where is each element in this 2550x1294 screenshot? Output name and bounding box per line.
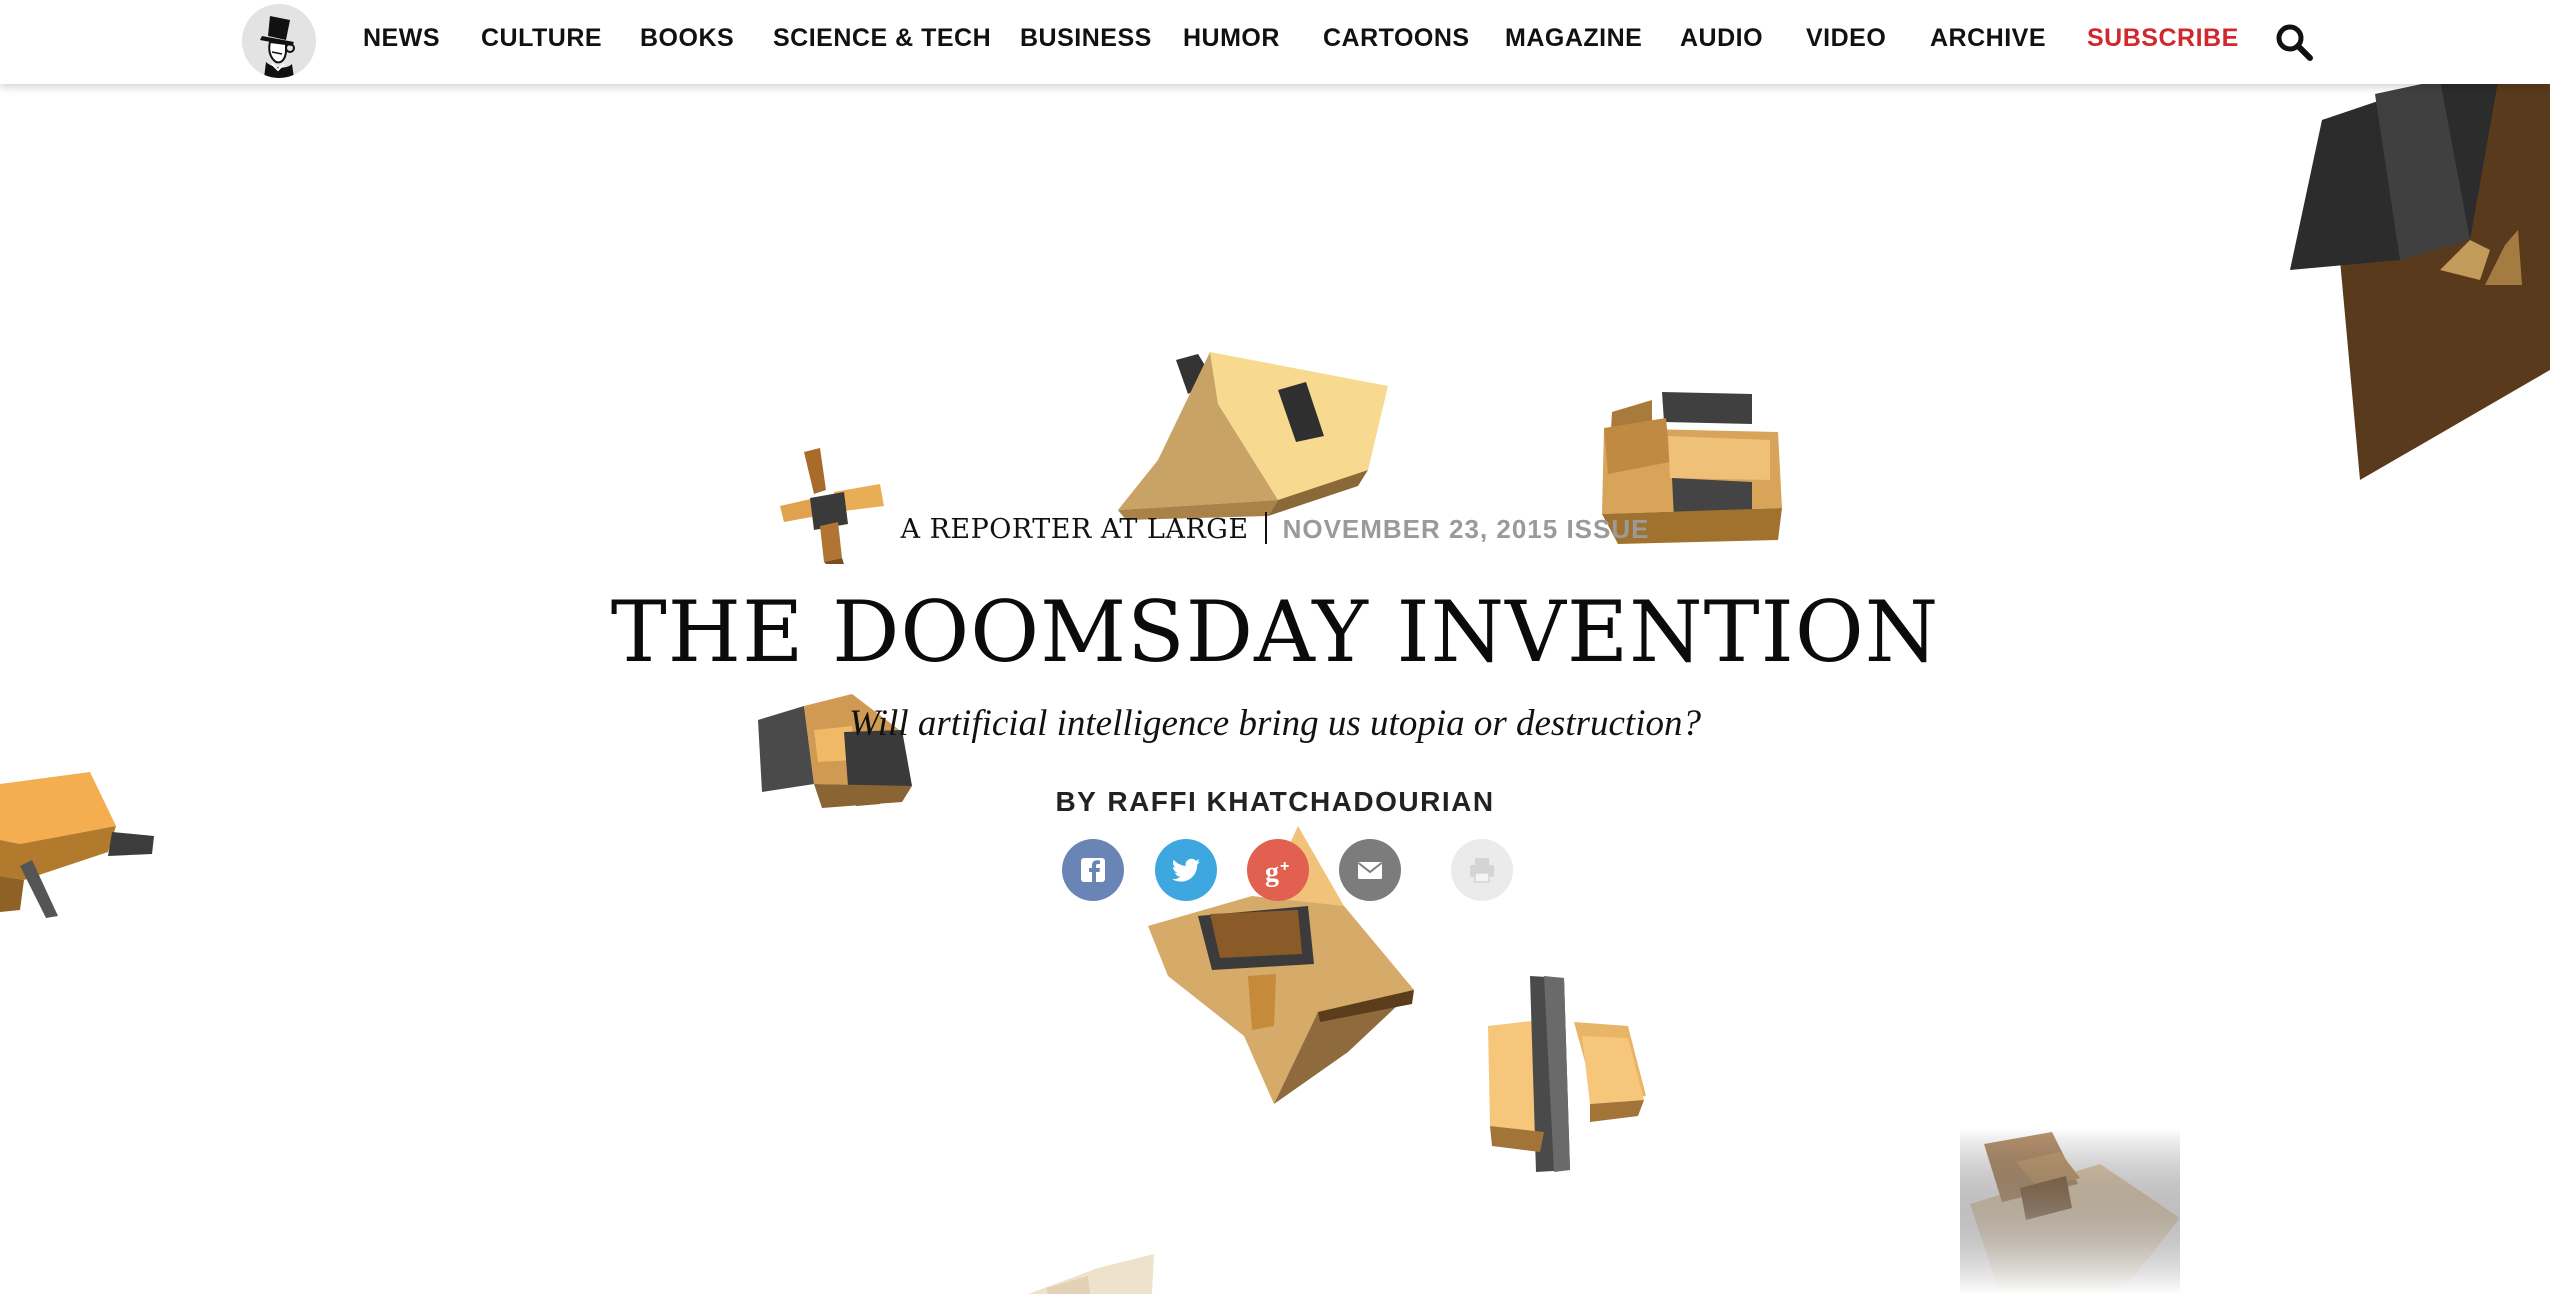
nav-item-magazine[interactable]: MAGAZINE <box>1505 24 1642 53</box>
nav-item-cartoons[interactable]: CARTOONS <box>1323 24 1470 53</box>
share-google-plus-button[interactable]: g + <box>1247 839 1309 901</box>
rubric-divider <box>1264 512 1267 544</box>
email-icon <box>1357 862 1383 879</box>
facebook-icon <box>1081 858 1105 882</box>
twitter-icon <box>1172 858 1200 882</box>
nav-item-subscribe[interactable]: SUBSCRIBE <box>2087 24 2239 53</box>
nav-item-audio[interactable]: AUDIO <box>1680 24 1763 53</box>
article-byline: BY RAFFI KHATCHADOURIAN <box>0 786 2550 818</box>
share-twitter-button[interactable] <box>1155 839 1217 901</box>
share-email-button[interactable] <box>1339 839 1401 901</box>
nav-item-news[interactable]: NEWS <box>363 24 440 53</box>
share-facebook-button[interactable] <box>1062 839 1124 901</box>
article-dek: Will artificial intelligence bring us ut… <box>849 703 1701 744</box>
decorative-puzzle-piece-bottom-center <box>1028 1254 1154 1294</box>
page: NEWS CULTURE BOOKS SCIENCE & TECH BUSINE… <box>0 0 2550 1294</box>
issue-date[interactable]: NOVEMBER 23, 2015 ISSUE <box>1283 514 1650 544</box>
print-button[interactable] <box>1451 839 1513 901</box>
decorative-puzzle-piece-top-right <box>2290 70 2550 480</box>
decorative-puzzle-piece-pyramid <box>1118 352 1388 520</box>
article-rubric[interactable]: A REPORTER AT LARGE <box>901 514 1249 545</box>
author-name[interactable]: RAFFI KHATCHADOURIAN <box>1107 786 1494 817</box>
nav-item-humor[interactable]: HUMOR <box>1183 24 1280 53</box>
nav-item-business[interactable]: BUSINESS <box>1020 24 1152 53</box>
google-plus-icon: g + <box>1265 857 1289 888</box>
svg-text:+: + <box>1280 858 1289 875</box>
nav-item-culture[interactable]: CULTURE <box>481 24 602 53</box>
byline-prefix: BY <box>1055 786 1098 817</box>
decorative-puzzle-piece-plus <box>1488 976 1646 1172</box>
nav-item-archive[interactable]: ARCHIVE <box>1930 24 2046 53</box>
nav-item-books[interactable]: BOOKS <box>640 24 734 53</box>
search-icon[interactable] <box>2274 22 2314 62</box>
print-icon <box>1470 858 1494 883</box>
decorative-puzzle-piece-bottom-right <box>1960 1128 2180 1294</box>
top-navigation-bar: NEWS CULTURE BOOKS SCIENCE & TECH BUSINE… <box>0 0 2550 84</box>
nav-item-science-tech[interactable]: SCIENCE & TECH <box>773 24 991 53</box>
eustace-tilley-logo-icon[interactable] <box>242 4 316 78</box>
svg-text:g: g <box>1265 857 1279 888</box>
article-rubric-row: A REPORTER AT LARGE NOVEMBER 23, 2015 ISS… <box>0 512 2550 545</box>
nav-item-video[interactable]: VIDEO <box>1806 24 1886 53</box>
article-headline: THE DOOMSDAY INVENTION <box>610 583 1940 681</box>
decorative-puzzle-piece-small-cross <box>780 448 884 564</box>
